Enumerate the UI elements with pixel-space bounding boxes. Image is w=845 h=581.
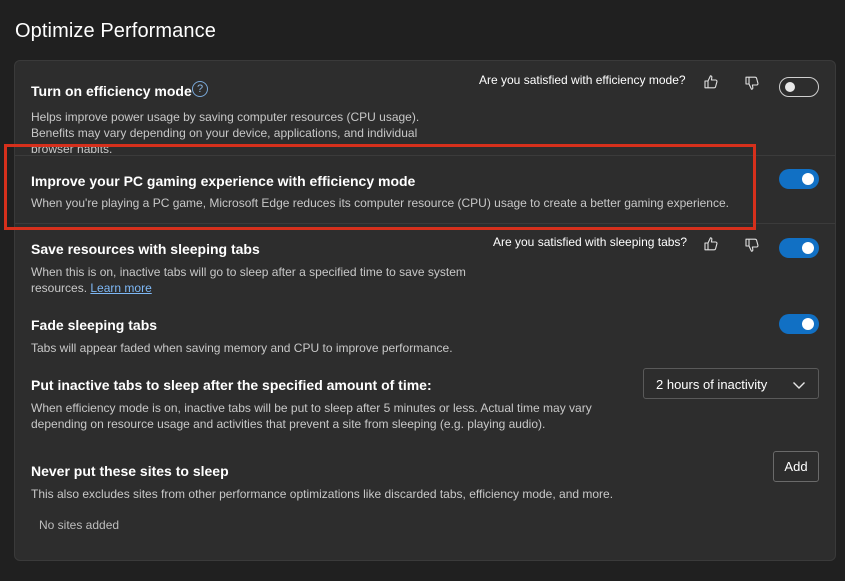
thumbs-down-icon[interactable] — [744, 237, 760, 253]
efficiency-mode-title: Turn on efficiency mode — [31, 83, 192, 99]
chevron-down-icon — [792, 378, 806, 390]
toggle-knob — [802, 318, 814, 330]
sleep-timer-selected: 2 hours of inactivity — [656, 377, 768, 392]
toggle-knob — [802, 242, 814, 254]
gaming-mode-description: When you're playing a PC game, Microsoft… — [31, 196, 729, 210]
sleeping-tabs-feedback-question: Are you satisfied with sleeping tabs? — [493, 235, 688, 249]
add-site-button[interactable]: Add — [773, 451, 819, 482]
thumbs-down-icon[interactable] — [744, 75, 760, 91]
sleeping-tabs-toggle[interactable] — [779, 238, 819, 258]
fade-tabs-toggle[interactable] — [779, 314, 819, 334]
thumbs-up-icon[interactable] — [703, 74, 719, 90]
sleep-timer-description: When efficiency mode is on, inactive tab… — [31, 401, 592, 431]
sleeping-tabs-title: Save resources with sleeping tabs — [31, 241, 260, 257]
sleep-timer-dropdown[interactable]: 2 hours of inactivity — [643, 368, 819, 399]
thumbs-up-icon[interactable] — [703, 236, 719, 252]
efficiency-mode-description: Helps improve power usage by saving comp… — [31, 110, 420, 156]
never-sleep-title: Never put these sites to sleep — [31, 463, 229, 479]
efficiency-mode-toggle[interactable] — [779, 77, 819, 97]
divider — [15, 223, 835, 224]
toggle-knob — [785, 82, 795, 92]
efficiency-feedback-question: Are you satisfied with efficiency mode? — [479, 73, 686, 87]
no-sites-text: No sites added — [39, 518, 120, 532]
page-title: Optimize Performance — [15, 20, 216, 42]
help-icon[interactable]: ? — [192, 81, 208, 97]
gaming-mode-title: Improve your PC gaming experience with e… — [31, 173, 416, 189]
fade-tabs-description: Tabs will appear faded when saving memor… — [31, 341, 453, 355]
fade-tabs-title: Fade sleeping tabs — [31, 317, 158, 333]
settings-card: Turn on efficiency mode ? Are you satisf… — [14, 60, 836, 561]
learn-more-link[interactable]: Learn more — [90, 281, 151, 295]
sleeping-tabs-description: When this is on, inactive tabs will go t… — [31, 264, 471, 296]
toggle-knob — [802, 173, 814, 185]
gaming-mode-toggle[interactable] — [779, 169, 819, 189]
sleep-timer-title: Put inactive tabs to sleep after the spe… — [31, 377, 432, 393]
never-sleep-description: This also excludes sites from other perf… — [31, 487, 614, 501]
divider — [15, 155, 835, 156]
